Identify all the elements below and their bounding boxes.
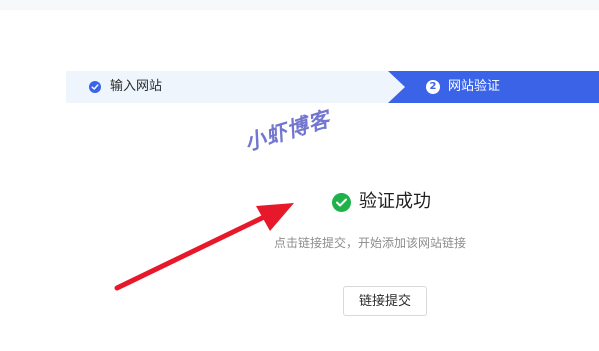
top-strip [0, 0, 599, 10]
check-circle-icon [332, 193, 351, 212]
steps-bar: 输入网站 2 网站验证 [66, 71, 599, 103]
verification-page: 输入网站 2 网站验证 小虾博客 验证成功 点击链接提交，开始添加该网站链接 链… [0, 0, 599, 351]
step-label: 输入网站 [110, 79, 163, 94]
annotation-arrow [114, 203, 294, 291]
step-number: 2 [426, 80, 440, 94]
link-submit-button[interactable]: 链接提交 [343, 286, 427, 316]
success-description: 点击链接提交，开始添加该网站链接 [274, 236, 467, 250]
step-label: 网站验证 [448, 79, 501, 94]
watermark: 小虾博客 [241, 106, 333, 156]
success-title: 验证成功 [359, 191, 431, 212]
step-input-site: 输入网站 [66, 71, 406, 103]
step-verify-site: 2 网站验证 [388, 71, 599, 103]
check-circle-icon [89, 81, 101, 93]
